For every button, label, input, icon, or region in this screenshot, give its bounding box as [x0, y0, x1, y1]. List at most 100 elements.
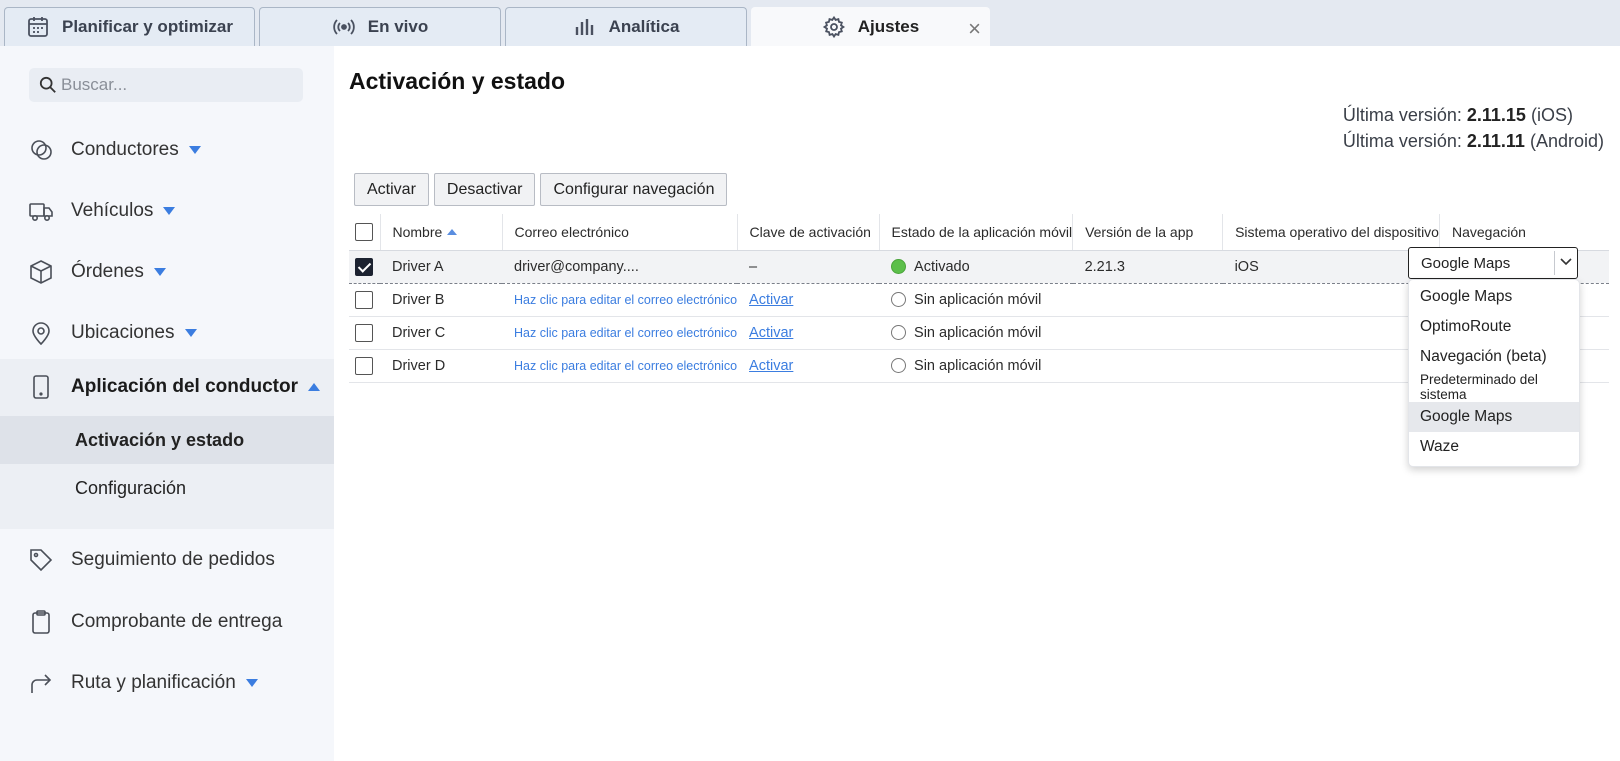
status-empty-icon	[891, 324, 907, 340]
tab-label: Analítica	[608, 17, 680, 36]
navigation-select[interactable]: Google Maps	[1408, 247, 1578, 279]
search-icon	[39, 76, 56, 93]
chevron-down-icon	[1560, 258, 1572, 266]
sidebar-item-vehiculos[interactable]: Vehículos	[0, 191, 334, 231]
sidebar-item-label: Ruta y planificación	[71, 672, 236, 693]
sidebar-subitem-label: Activación y estado	[75, 429, 245, 450]
sidebar-item-label: Comprobante de entrega	[71, 611, 283, 632]
driver-name: Driver A	[380, 249, 502, 284]
sidebar-subitem-activacion[interactable]: Activación y estado	[0, 416, 334, 464]
driver-email[interactable]: driver@company....	[502, 249, 738, 284]
ios-label: (iOS)	[1530, 105, 1573, 125]
tab-ajustes[interactable]: Ajustes ×	[751, 7, 990, 46]
edit-email-link[interactable]: Haz clic para editar el correo electróni…	[514, 293, 737, 307]
row-checkbox[interactable]	[355, 257, 373, 276]
row-checkbox[interactable]	[355, 290, 373, 309]
edit-email-link[interactable]: Haz clic para editar el correo electróni…	[514, 326, 737, 340]
sidebar-item-seguimiento[interactable]: Seguimiento de pedidos	[0, 540, 334, 580]
status-label: Sin aplicación móvil	[914, 357, 1042, 374]
device-os	[1222, 283, 1440, 317]
sidebar-item-ordenes[interactable]: Órdenes	[0, 252, 334, 292]
email-edit-cell: Haz clic para editar el correo electróni…	[502, 283, 738, 317]
column-header-app-version[interactable]: Versión de la app	[1072, 214, 1224, 251]
sidebar: Conductores Vehículos Órdenes Ubicacione…	[0, 46, 334, 761]
row-checkbox[interactable]	[355, 356, 373, 375]
deactivate-button[interactable]: Desactivar	[433, 173, 536, 206]
column-header-activation-key[interactable]: Clave de activación	[737, 214, 880, 251]
column-header-navigation[interactable]: Navegación	[1439, 214, 1609, 251]
caret-down-icon	[163, 207, 176, 215]
app-version	[1072, 349, 1223, 383]
dropdown-option-google-maps-highlighted[interactable]: Google Maps	[1409, 402, 1579, 432]
sidebar-subitem-configuracion[interactable]: Configuración	[0, 464, 334, 512]
app-status: Sin aplicación móvil	[879, 349, 1073, 383]
navigation-select-value: Google Maps	[1421, 254, 1511, 272]
tab-label: Planificar y optimizar	[62, 17, 233, 36]
version-prefix: Última versión:	[1342, 131, 1462, 151]
activate-button[interactable]: Activar	[354, 173, 429, 206]
caret-down-icon	[153, 268, 166, 276]
driver-name: Driver C	[380, 316, 502, 350]
row-checkbox-cell	[349, 349, 380, 383]
tab-label: Ajustes	[857, 17, 920, 36]
tag-icon	[30, 549, 53, 572]
app-status: Sin aplicación móvil	[879, 316, 1073, 350]
select-all-checkbox[interactable]	[355, 222, 373, 241]
tab-en-vivo[interactable]: En vivo	[259, 7, 501, 46]
page-title: Activación y estado	[349, 68, 566, 94]
tab-planificar[interactable]: Planificar y optimizar	[4, 7, 255, 46]
close-tab-icon[interactable]: ×	[968, 16, 981, 42]
clipboard-icon	[32, 610, 50, 634]
activate-link[interactable]: Activar	[749, 358, 793, 374]
column-header-app-status[interactable]: Estado de la aplicación móvil	[879, 214, 1074, 251]
dropdown-option-navegacion-beta[interactable]: Navegación (beta)	[1409, 342, 1579, 372]
row-checkbox[interactable]	[355, 323, 373, 342]
location-pin-icon	[32, 322, 50, 346]
sidebar-item-comprobante[interactable]: Comprobante de entrega	[0, 602, 334, 642]
dropdown-option-google-maps[interactable]: Google Maps	[1409, 282, 1579, 312]
bar-chart-icon	[575, 19, 593, 35]
dropdown-option-waze[interactable]: Waze	[1409, 432, 1579, 462]
sidebar-item-label: Seguimiento de pedidos	[71, 549, 275, 570]
email-edit-cell: Haz clic para editar el correo electróni…	[502, 349, 738, 383]
activate-link[interactable]: Activar	[749, 325, 793, 341]
phone-icon	[33, 375, 49, 399]
drivers-icon	[31, 140, 52, 160]
status-active-icon	[891, 258, 907, 274]
select-divider	[1554, 251, 1555, 275]
status-empty-icon	[891, 291, 907, 307]
email-edit-cell: Haz clic para editar el correo electróni…	[502, 316, 738, 350]
caret-down-icon	[184, 329, 197, 337]
configure-navigation-button[interactable]: Configurar navegación	[540, 173, 728, 206]
column-header-email[interactable]: Correo electrónico	[502, 214, 738, 251]
header-select-all	[349, 214, 381, 251]
status-label: Sin aplicación móvil	[914, 324, 1042, 341]
sidebar-item-label: Órdenes	[71, 261, 144, 282]
edit-email-link[interactable]: Haz clic para editar el correo electróni…	[514, 359, 737, 373]
dropdown-option-optimoroute[interactable]: OptimoRoute	[1409, 312, 1579, 342]
search-input[interactable]	[61, 75, 291, 95]
version-prefix: Última versión:	[1342, 105, 1462, 125]
row-checkbox-cell	[349, 316, 380, 350]
app-version	[1072, 283, 1223, 317]
sidebar-item-conductores[interactable]: Conductores	[0, 130, 334, 170]
tab-analitica[interactable]: Analítica	[505, 7, 747, 46]
app-version: 2.21.3	[1072, 249, 1223, 284]
main-content: Activación y estado Última versión: 2.11…	[334, 46, 1620, 761]
activate-link[interactable]: Activar	[749, 292, 793, 308]
sidebar-item-label: Conductores	[71, 139, 179, 160]
broadcast-icon	[333, 19, 355, 35]
navigation-dropdown-menu: Google Maps OptimoRoute Navegación (beta…	[1408, 279, 1580, 467]
column-header-name[interactable]: Nombre	[380, 214, 503, 251]
sidebar-item-aplicacion-conductor[interactable]: Aplicación del conductor	[0, 367, 334, 407]
driver-name: Driver B	[380, 283, 502, 317]
device-os: iOS	[1222, 249, 1440, 284]
sidebar-item-ubicaciones[interactable]: Ubicaciones	[0, 313, 334, 353]
dropdown-option-system-default[interactable]: Predeterminado del sistema	[1409, 372, 1579, 402]
column-header-os[interactable]: Sistema operativo del dispositivo	[1222, 214, 1440, 251]
truck-icon	[29, 203, 53, 221]
sort-ascending-icon	[447, 228, 458, 235]
sidebar-item-ruta[interactable]: Ruta y planificación	[0, 663, 334, 703]
table-header-row: Nombre Correo electrónico Clave de activ…	[349, 214, 1609, 251]
search-box	[29, 68, 303, 102]
